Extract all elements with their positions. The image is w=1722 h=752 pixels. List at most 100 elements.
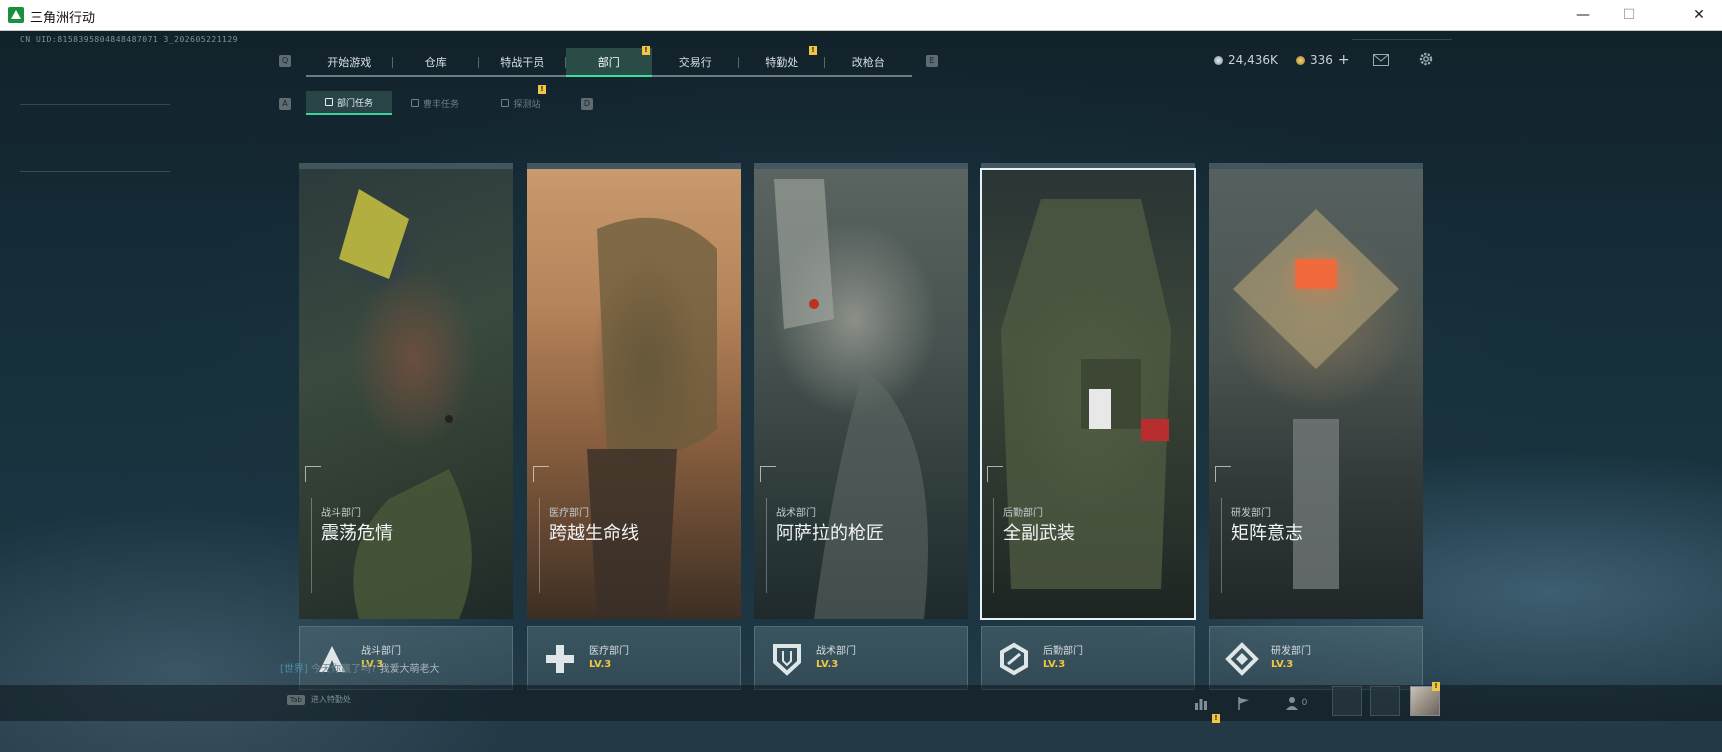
department-name: 战斗部门	[361, 646, 401, 657]
medical-department-artwork	[527, 169, 741, 619]
card-mission-title: 矩阵意志	[1231, 523, 1303, 544]
window-title-bar: 三角洲行动 — ☐ ✕	[0, 0, 1722, 31]
minimize-button[interactable]: —	[1560, 0, 1606, 30]
top-nav: 开始游戏 仓库 特战干员 部门! 交易行 特勤处! 改枪台	[306, 46, 912, 77]
card-vertical-line	[1221, 498, 1222, 593]
card-vertical-line	[766, 498, 767, 593]
tab-department[interactable]: 部门!	[565, 46, 652, 77]
chat-text: 今天你赢了吗?	[311, 664, 377, 675]
card-department-label: 医疗部门	[549, 508, 589, 519]
card-corner-decor	[305, 466, 321, 482]
chat-message[interactable]: [世界] 今天你赢了吗? 我爱大萌老大	[280, 660, 440, 675]
card-vertical-line	[993, 498, 994, 593]
card-corner-decor	[760, 466, 776, 482]
currency-primary-value: 24,436K	[1228, 53, 1278, 67]
notification-badge: !	[1432, 682, 1440, 691]
medical-art-shapes	[587, 217, 717, 619]
nav-left-key-hint: Q	[279, 55, 291, 67]
tab-warehouse[interactable]: 仓库	[393, 48, 479, 75]
tactical-shield-icon	[769, 641, 805, 677]
tab-label: 交易行	[678, 55, 712, 69]
notification-badge: !	[642, 46, 650, 55]
card-corner-decor	[987, 466, 1003, 482]
card-department-label: 战术部门	[776, 508, 816, 519]
chat-channel: [世界]	[280, 664, 308, 675]
department-footer: 医疗部门 LV.3	[527, 626, 741, 690]
bottom-bar	[0, 685, 1722, 721]
department-name: 战术部门	[816, 646, 856, 657]
card-department-label: 后勤部门	[1003, 508, 1043, 519]
subtab-department-tasks[interactable]: 部门任务	[306, 91, 392, 115]
tab-hint[interactable]: Tab 进入特勤处	[287, 694, 351, 705]
department-level: LV.3	[589, 659, 612, 670]
lock-icon	[410, 99, 419, 107]
nav-right-key-hint: E	[926, 55, 938, 67]
window-title: 三角洲行动	[30, 11, 96, 26]
tab-label: 特战干员	[500, 55, 545, 69]
department-card-combat[interactable]: 战斗部门 震荡危情 战斗部门 LV.3	[299, 163, 513, 720]
logistics-department-artwork	[980, 168, 1196, 620]
empty-party-slot[interactable]	[1332, 686, 1362, 716]
friends-icon[interactable]: 0	[1280, 694, 1312, 712]
card-department-label: 战斗部门	[321, 508, 361, 519]
department-card-logistics[interactable]: 后勤部门 全副武装 后勤部门 LV.3	[980, 163, 1196, 720]
maximize-button[interactable]: ☐	[1606, 0, 1652, 30]
card-mission-title: 全副武装	[1003, 523, 1075, 544]
mail-icon[interactable]	[1372, 53, 1390, 67]
tab-label: 部门	[597, 55, 620, 69]
tab-special-service[interactable]: 特勤处!	[739, 46, 825, 75]
department-level: LV.3	[816, 659, 839, 670]
tab-operators[interactable]: 特战干员	[479, 48, 566, 75]
department-footer: 后勤部门 LV.3	[981, 626, 1195, 690]
card-mission-title: 阿萨拉的枪匠	[776, 523, 884, 544]
add-currency-button[interactable]: +	[1338, 52, 1350, 68]
tactical-art-shapes	[774, 179, 928, 619]
lock-icon	[501, 99, 510, 107]
card-corner-decor	[1215, 466, 1231, 482]
tactical-department-artwork	[754, 169, 968, 619]
rnd-art-shapes	[1233, 209, 1399, 589]
combat-department-artwork	[299, 169, 513, 619]
tab-label: 开始游戏	[327, 55, 372, 69]
tab-gunsmith[interactable]: 改枪台	[825, 48, 912, 75]
subtab-side-tasks[interactable]: 曹丰任务	[392, 91, 478, 115]
department-level: LV.3	[1271, 659, 1294, 670]
subnav-right-key-hint: D	[581, 98, 593, 110]
currency-secondary: 336 +	[1296, 52, 1350, 68]
settings-gear-icon[interactable]	[1417, 50, 1435, 68]
app-logo-icon	[8, 7, 24, 23]
deco-line	[20, 104, 170, 105]
stats-chart-icon[interactable]	[1191, 694, 1211, 712]
subtab-label: 探测站	[513, 99, 541, 110]
tab-label: 改枪台	[851, 55, 885, 69]
department-name: 医疗部门	[589, 646, 629, 657]
task-icon	[324, 98, 333, 106]
department-footer: 战斗部门 LV.3	[299, 626, 513, 690]
card-vertical-line	[311, 498, 312, 593]
empty-party-slot[interactable]	[1370, 686, 1400, 716]
rnd-diamond-icon	[1224, 641, 1260, 677]
notification-badge: !	[538, 85, 546, 94]
department-name: 后勤部门	[1043, 646, 1083, 657]
sub-nav: 部门任务 曹丰任务 探测站!	[306, 85, 564, 115]
department-card-tactical[interactable]: 战术部门 阿萨拉的枪匠 战术部门 LV.3	[754, 163, 968, 720]
flag-icon[interactable]	[1234, 694, 1254, 712]
subnav-left-key-hint: A	[279, 98, 291, 110]
card-mission-title: 震荡危情	[321, 523, 393, 544]
deco-line	[20, 171, 170, 172]
notification-badge: !	[809, 46, 817, 55]
player-uid: CN UID:8158395804848487071 3_20260522112…	[20, 35, 238, 44]
gold-coin-icon	[1296, 55, 1305, 65]
card-mission-title: 跨越生命线	[549, 523, 639, 544]
deco-line	[1352, 39, 1452, 40]
logistics-hex-icon	[996, 641, 1032, 677]
tab-trade[interactable]: 交易行	[652, 48, 739, 75]
chat-extra: 我爱大萌老大	[379, 664, 440, 675]
logistics-art-shapes	[1001, 199, 1171, 589]
subtab-label: 曹丰任务	[422, 99, 459, 110]
close-button[interactable]: ✕	[1676, 0, 1722, 30]
subtab-probe-station[interactable]: 探测站!	[478, 85, 564, 115]
tab-start-game[interactable]: 开始游戏	[306, 48, 393, 75]
department-card-rnd[interactable]: 研发部门 矩阵意志 研发部门 LV.3	[1209, 163, 1423, 720]
department-card-medical[interactable]: 医疗部门 跨越生命线 医疗部门 LV.3	[527, 163, 741, 720]
